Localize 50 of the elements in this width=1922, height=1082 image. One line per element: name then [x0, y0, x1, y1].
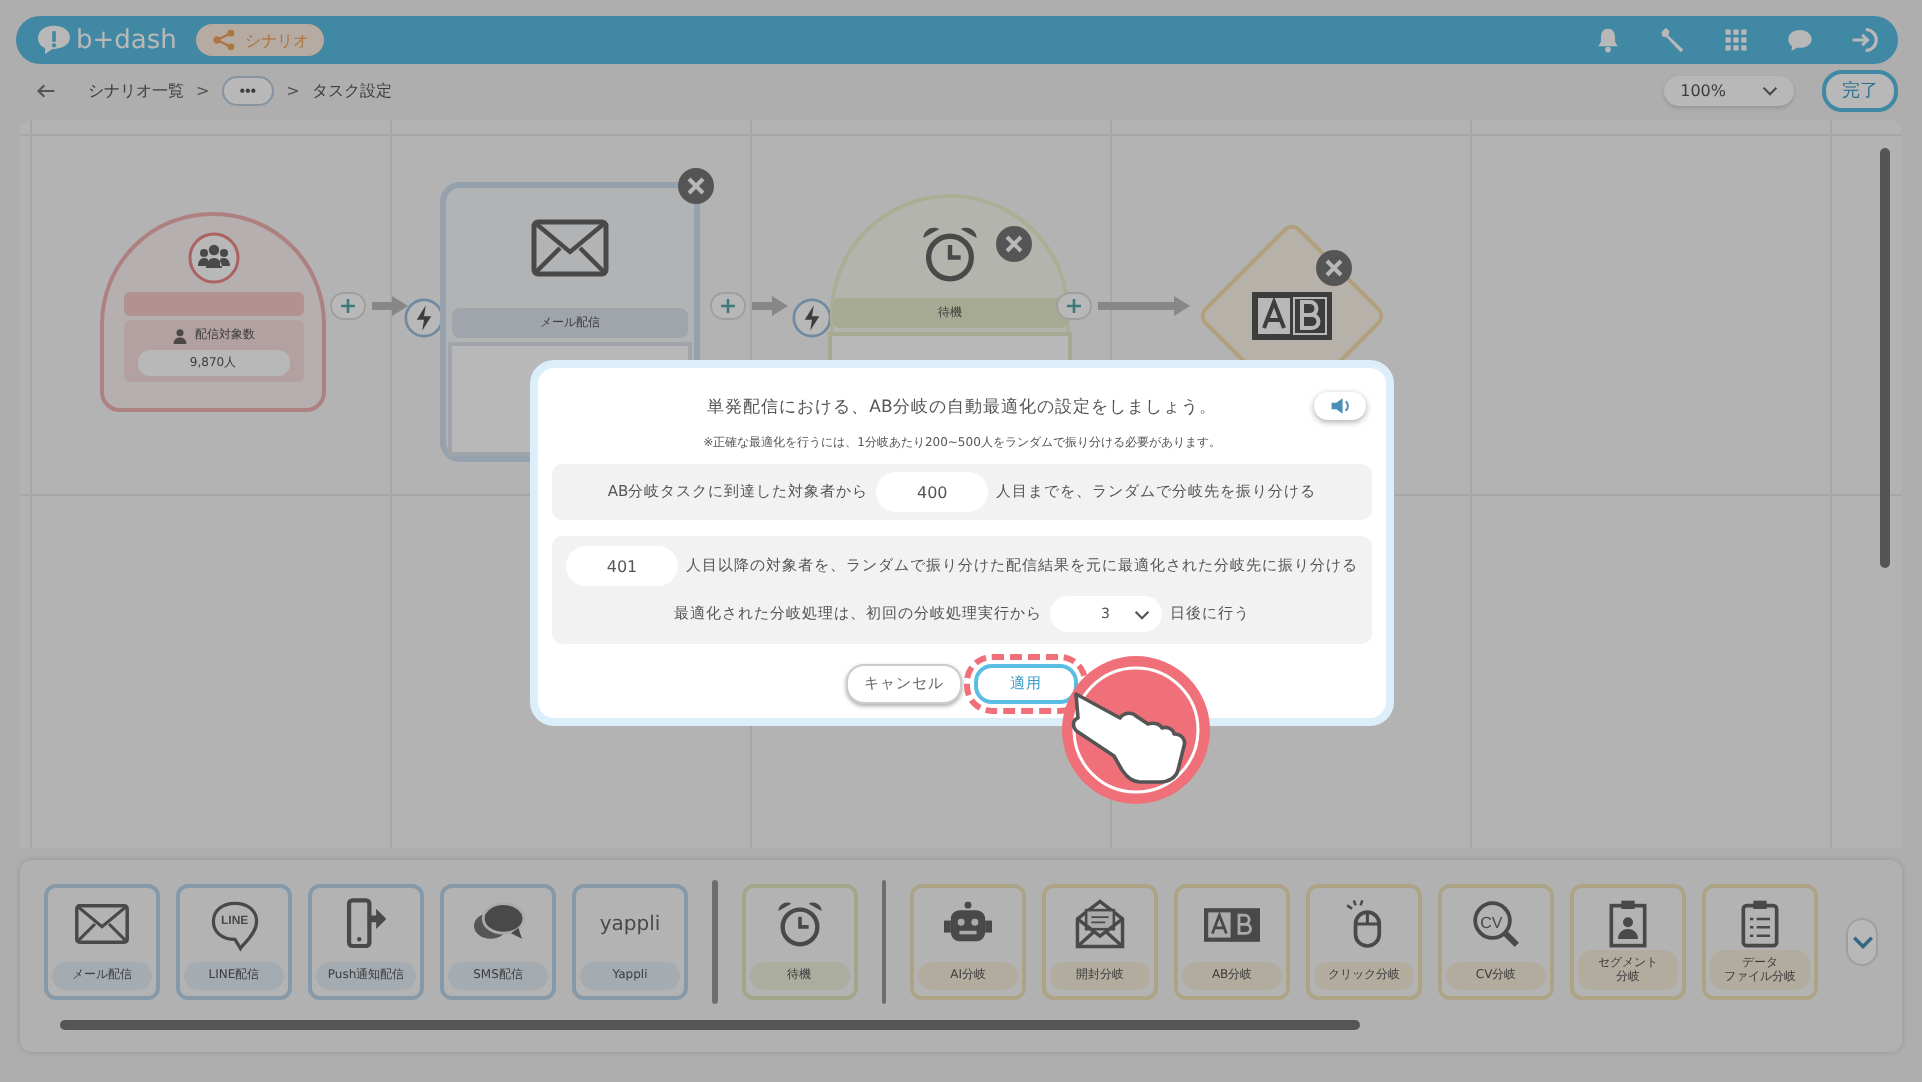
arrow-icon	[752, 296, 788, 316]
chevron-down-icon	[1762, 85, 1778, 95]
expand-button[interactable]	[1846, 918, 1878, 966]
logo-text: b+dash	[76, 25, 177, 55]
close-icon[interactable]	[996, 226, 1032, 262]
group-icon	[187, 232, 239, 284]
app-grid-icon[interactable]	[1722, 26, 1750, 54]
mouse-click-icon	[1342, 898, 1387, 950]
flow-icon	[212, 28, 237, 52]
chevron-down-icon	[1134, 609, 1150, 619]
notification-bell-icon[interactable]	[1594, 26, 1622, 54]
back-arrow-icon[interactable]	[36, 81, 56, 99]
speaker-icon	[1329, 396, 1351, 416]
close-icon[interactable]	[1316, 250, 1352, 286]
clipboard-list-icon	[1740, 897, 1781, 950]
breadcrumb-separator: >	[286, 81, 300, 99]
zoom-select[interactable]: 100%	[1664, 75, 1794, 105]
breadcrumb-link[interactable]: シナリオ一覧	[88, 79, 184, 101]
add-button[interactable]	[330, 292, 366, 320]
envelope-icon	[530, 216, 610, 280]
arrow-icon	[1098, 296, 1190, 316]
add-button[interactable]	[1056, 292, 1092, 320]
lightning-icon	[792, 298, 832, 338]
chat-bubble-icon[interactable]	[1786, 26, 1814, 54]
cv-logo-text: CV	[1480, 916, 1503, 932]
yappli-logo: yappli	[599, 913, 661, 935]
ab-icon	[1252, 292, 1332, 340]
breadcrumb-current: タスク設定	[311, 79, 392, 101]
speech-bubble-icon	[36, 24, 72, 56]
magnifier-icon	[1470, 898, 1523, 950]
breadcrumb-more-button[interactable]: •••	[221, 75, 275, 105]
done-button[interactable]: 完了	[1822, 69, 1898, 111]
phone-icon	[344, 898, 388, 950]
add-button[interactable]	[710, 292, 746, 320]
logout-icon[interactable]	[1850, 26, 1878, 54]
wrench-icon[interactable]	[1658, 26, 1686, 54]
open-envelope-icon	[1074, 898, 1127, 950]
sound-button[interactable]	[1314, 392, 1366, 420]
line-bubble-icon	[207, 897, 261, 951]
random-count-field[interactable]: 400	[876, 472, 989, 512]
optimize-start-field[interactable]: 401	[566, 546, 678, 586]
id-badge-icon	[1608, 897, 1649, 950]
alarm-clock-icon	[773, 898, 826, 950]
close-icon[interactable]	[678, 168, 714, 204]
chevron-down-icon	[1851, 935, 1874, 949]
breadcrumb-separator: >	[196, 81, 210, 99]
person-icon	[171, 327, 187, 343]
envelope-icon	[74, 902, 130, 946]
arrow-icon	[372, 296, 408, 316]
ab-icon	[1204, 907, 1261, 941]
